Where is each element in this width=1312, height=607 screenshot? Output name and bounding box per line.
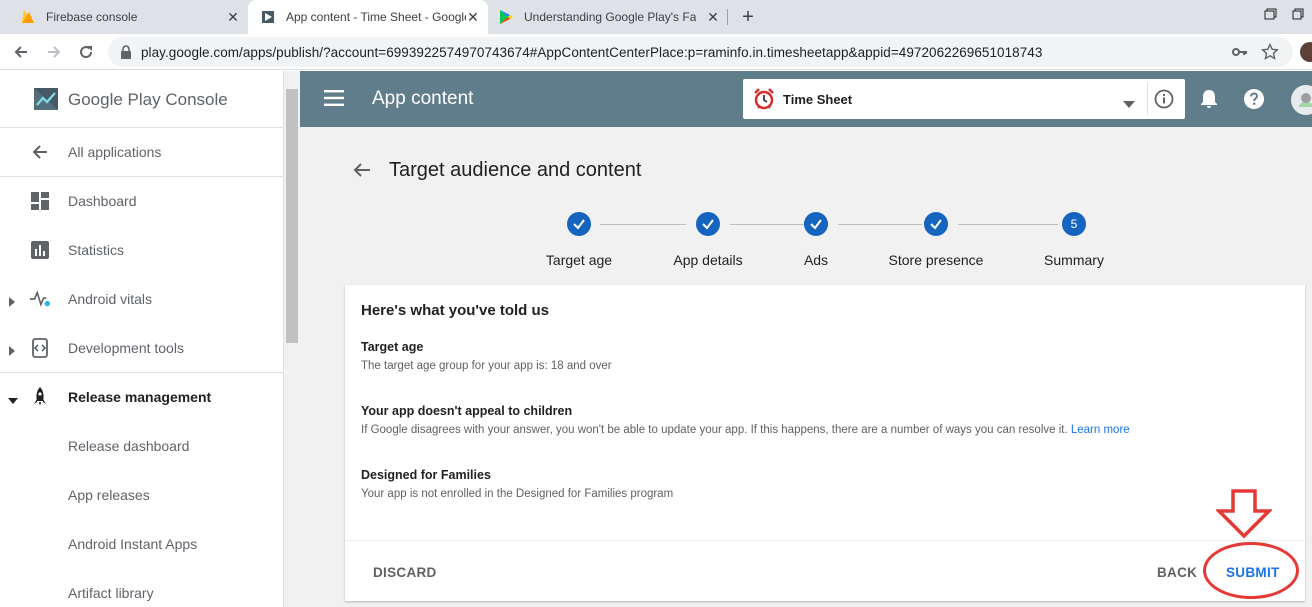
learn-more-link[interactable]: Learn more — [1071, 424, 1130, 436]
progress-stepper: 5 Target age App details Ads Store prese… — [300, 212, 1312, 272]
play-console-icon — [260, 9, 276, 25]
brand-name: Google Play Console — [68, 90, 228, 109]
section-heading: Designed for Families — [361, 468, 491, 482]
summary-card: Here's what you've told us Target age Th… — [345, 285, 1305, 601]
close-icon[interactable]: ✕ — [226, 10, 240, 24]
brand-header[interactable]: Google Play Console — [0, 71, 284, 128]
forward-icon[interactable] — [43, 41, 65, 63]
account-avatar[interactable] — [1291, 85, 1312, 115]
new-tab-icon[interactable]: + — [738, 7, 758, 27]
card-title: Here's what you've told us — [361, 302, 550, 319]
step-connector — [838, 224, 922, 225]
step-5-number[interactable]: 5 — [1062, 212, 1086, 236]
bookmark-star-icon[interactable] — [1260, 42, 1280, 66]
expand-caret-icon[interactable] — [8, 294, 16, 312]
browser-tab-firebase[interactable]: Firebase console ✕ — [0, 0, 248, 34]
address-bar-row: play.google.com/apps/publish/?account=69… — [0, 34, 1312, 70]
step-label-summary[interactable]: Summary — [1044, 252, 1104, 268]
sidebar-item-statistics[interactable]: Statistics — [0, 226, 284, 275]
sidebar-item-app-releases[interactable]: App releases — [0, 471, 284, 520]
step-connector — [958, 224, 1058, 225]
step-connector — [600, 224, 686, 225]
sidebar-item-release-management[interactable]: Release management — [0, 373, 284, 422]
app-selector[interactable]: Time Sheet — [743, 79, 1185, 119]
notifications-bell-icon[interactable] — [1199, 88, 1219, 115]
collapse-caret-icon[interactable] — [8, 392, 18, 410]
sidebar-item-release-dashboard[interactable]: Release dashboard — [0, 422, 284, 471]
card-footer: DISCARD BACK SUBMIT — [345, 540, 1305, 601]
tab-separator — [727, 9, 728, 25]
step-label-ads[interactable]: Ads — [804, 252, 828, 268]
section-body: If Google disagrees with your answer, yo… — [361, 424, 1130, 436]
url-bar[interactable]: play.google.com/apps/publish/?account=69… — [108, 37, 1293, 67]
sidebar-item-development-tools[interactable]: Development tools — [0, 324, 284, 373]
annotation-down-arrow-icon — [1214, 489, 1274, 544]
play-console-logo-icon — [32, 85, 60, 118]
section-body: Your app is not enrolled in the Designed… — [361, 488, 674, 500]
page-title: App content — [372, 88, 474, 109]
restore-icon[interactable] — [1290, 6, 1306, 22]
code-icon — [30, 338, 50, 358]
lock-icon — [120, 45, 132, 64]
step-label-target-age[interactable]: Target age — [546, 252, 612, 268]
annotation-highlight-oval — [1203, 542, 1299, 599]
top-app-bar: App content Time Sheet — [300, 71, 1312, 127]
reload-icon[interactable] — [75, 41, 97, 63]
close-icon[interactable]: ✕ — [466, 10, 480, 24]
section-title: Target audience and content — [389, 159, 642, 181]
summary-section-appeal-to-children: Your app doesn't appeal to children If G… — [361, 404, 1130, 436]
info-icon[interactable] — [1154, 89, 1174, 114]
step-label-store-presence[interactable]: Store presence — [889, 252, 984, 268]
browser-tab-families-policy[interactable]: Understanding Google Play's Families Pol… — [488, 0, 728, 34]
expand-caret-icon[interactable] — [8, 343, 16, 361]
sidebar-item-android-instant-apps[interactable]: Android Instant Apps — [0, 520, 284, 569]
step-4-check-icon[interactable] — [924, 212, 948, 236]
google-play-icon — [498, 9, 514, 25]
alarm-clock-icon — [753, 88, 775, 115]
key-icon[interactable] — [1232, 44, 1248, 65]
arrow-back-icon — [30, 142, 50, 162]
sidebar: Google Play Console All applications Das… — [0, 71, 284, 607]
firebase-icon — [20, 9, 36, 25]
back-arrow-icon[interactable] — [352, 161, 372, 184]
rocket-icon — [30, 387, 50, 407]
sidebar-item-artifact-library[interactable]: Artifact library — [0, 569, 284, 607]
section-body: The target age group for your app is: 18… — [361, 360, 612, 372]
browser-tab-app-content[interactable]: App content - Time Sheet - Google Play C… — [248, 0, 488, 34]
discard-button[interactable]: DISCARD — [373, 565, 437, 580]
summary-section-target-age: Target age The target age group for your… — [361, 340, 612, 372]
step-3-check-icon[interactable] — [804, 212, 828, 236]
bar-chart-icon — [30, 240, 50, 260]
sidebar-item-android-vitals[interactable]: Android vitals — [0, 275, 284, 324]
sidebar-item-all-applications[interactable]: All applications — [0, 128, 284, 177]
url-text: play.google.com/apps/publish/?account=69… — [141, 45, 1043, 60]
dashboard-icon — [30, 191, 50, 211]
step-label-app-details[interactable]: App details — [673, 252, 742, 268]
help-icon[interactable] — [1243, 88, 1265, 115]
scrollbar-thumb[interactable] — [286, 89, 298, 343]
dropdown-arrow-icon[interactable] — [1123, 95, 1135, 113]
sidebar-item-dashboard[interactable]: Dashboard — [0, 177, 284, 226]
back-button[interactable]: BACK — [1157, 565, 1197, 580]
vitals-pulse-icon — [30, 289, 50, 309]
app-name: Time Sheet — [783, 92, 853, 107]
summary-section-designed-for-families: Designed for Families Your app is not en… — [361, 468, 673, 500]
main-content: Target audience and content 5 Target age… — [300, 127, 1312, 607]
step-1-check-icon[interactable] — [567, 212, 591, 236]
hamburger-menu-icon[interactable] — [324, 90, 344, 111]
close-icon[interactable]: ✕ — [706, 10, 720, 24]
back-icon[interactable] — [10, 41, 32, 63]
step-connector — [730, 224, 804, 225]
browser-tab-strip: Firebase console ✕ App content - Time Sh… — [0, 0, 1312, 34]
step-2-check-icon[interactable] — [696, 212, 720, 236]
selector-divider — [1147, 83, 1148, 115]
profile-avatar[interactable] — [1300, 42, 1312, 62]
sidebar-scrollbar[interactable] — [284, 71, 300, 607]
section-heading: Target age — [361, 340, 424, 354]
minimize-icon[interactable] — [1262, 6, 1278, 22]
section-heading: Your app doesn't appeal to children — [361, 404, 573, 418]
